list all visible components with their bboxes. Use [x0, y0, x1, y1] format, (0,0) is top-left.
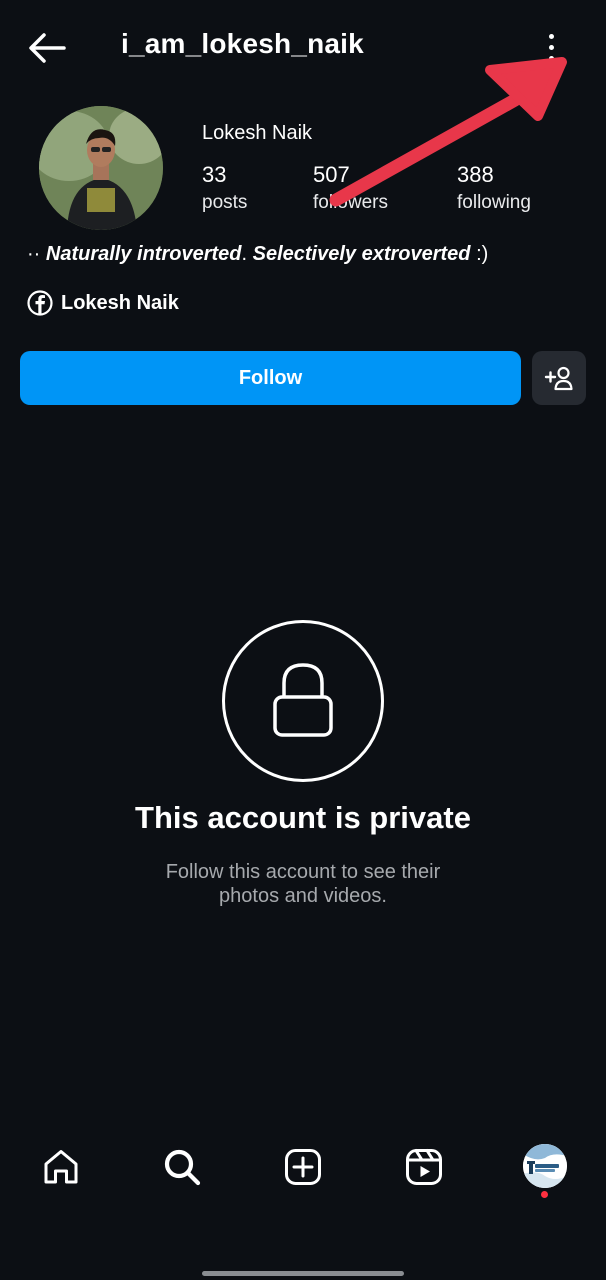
private-account-subtitle: Follow this account to see their photos … [0, 860, 606, 908]
lock-icon [273, 663, 333, 737]
profile-avatar[interactable] [39, 106, 163, 230]
profile-avatar [523, 1144, 567, 1188]
facebook-icon [27, 290, 53, 316]
bio-separator: . [241, 243, 253, 265]
bio-suffix: :) [470, 243, 489, 265]
private-subtitle-line-1: Follow this account to see their [165, 861, 441, 883]
facebook-profile-link[interactable]: Lokesh Naik [27, 288, 179, 318]
nav-create-button[interactable] [280, 1144, 326, 1190]
followers-label[interactable]: followers [313, 192, 388, 214]
bio-prefix: ·· [27, 243, 46, 265]
arrow-left-icon [29, 33, 66, 63]
suggested-accounts-button[interactable] [532, 351, 586, 405]
home-icon [44, 1150, 78, 1184]
profile-bio: ·· Naturally introverted. Selectively ex… [27, 243, 488, 266]
more-vertical-icon [549, 34, 554, 39]
create-icon [285, 1149, 321, 1185]
more-options-button[interactable] [538, 28, 564, 68]
posts-count[interactable]: 33 [202, 162, 226, 188]
bio-part-2: Selectively extroverted [252, 243, 471, 265]
bio-part-1: Naturally introverted [45, 243, 242, 265]
notification-dot [541, 1191, 548, 1198]
followers-count[interactable]: 507 [313, 162, 350, 188]
follow-button[interactable]: Follow [20, 351, 521, 405]
profile-display-name: Lokesh Naik [202, 122, 313, 144]
nav-home-button[interactable] [38, 1144, 84, 1190]
private-account-title: This account is private [135, 800, 471, 835]
add-person-icon [544, 366, 573, 391]
posts-label[interactable]: posts [202, 192, 247, 214]
private-subtitle-line-2: photos and videos. [219, 885, 387, 907]
nav-reels-button[interactable] [401, 1144, 447, 1190]
facebook-link-label: Lokesh Naik [61, 291, 179, 314]
home-indicator[interactable] [202, 1271, 404, 1276]
following-label[interactable]: following [457, 192, 531, 214]
private-lock-badge [222, 620, 384, 782]
back-button[interactable] [24, 28, 70, 68]
profile-username: i_am_lokesh_naik [121, 28, 364, 59]
reels-icon [406, 1149, 442, 1185]
profile-photo [39, 106, 163, 230]
following-count[interactable]: 388 [457, 162, 494, 188]
nav-search-button[interactable] [159, 1144, 205, 1190]
search-icon [164, 1149, 201, 1186]
nav-profile-button[interactable] [523, 1144, 567, 1188]
